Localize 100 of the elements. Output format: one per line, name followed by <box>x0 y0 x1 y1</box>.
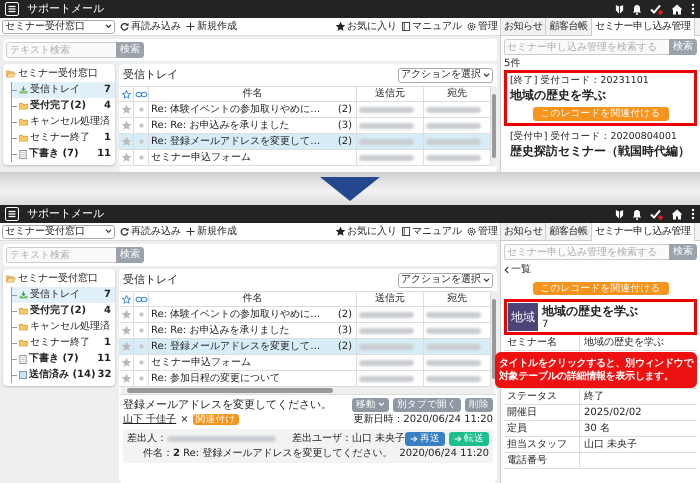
record-title[interactable]: 地域の歴史を学ぶ <box>542 304 638 319</box>
dot-icon <box>138 312 144 317</box>
field-label: ステータス <box>504 389 580 404</box>
panel-tab[interactable]: セミナー申し込み管理 <box>592 223 695 241</box>
favorites-link[interactable]: お気に入り <box>336 226 397 238</box>
field-value: 30 名 <box>583 422 610 435</box>
reload-icon <box>120 22 129 31</box>
record-card[interactable]: [受付中] 受付コード：20200804001 歴史探訪セミナー（戦国時代編） <box>504 126 697 164</box>
column-header[interactable]: 送信元 <box>357 292 424 306</box>
check-icon[interactable] <box>650 4 663 14</box>
thread-count: (2) <box>338 340 353 352</box>
mail-row[interactable]: Re: 登録メールアドレスを変更して… (2) <box>119 134 491 150</box>
mail-subject: Re: 体験イベントの参加取りやめに… <box>151 104 320 116</box>
favorites-link[interactable]: お気に入り <box>336 20 397 32</box>
blurred-text <box>359 154 414 160</box>
reload-icon <box>120 227 129 236</box>
search-field[interactable]: セミナー申し込み管理を検索する <box>504 244 669 260</box>
contact-link[interactable]: 山下 千佳子 <box>123 414 176 426</box>
remove-icon[interactable]: × <box>180 414 189 426</box>
shield-icon[interactable] <box>615 4 624 14</box>
folder-item[interactable]: 受付完了(2) 4 <box>12 98 115 114</box>
field-value: 地域の歴史を学ぶ <box>583 336 664 349</box>
more-icon[interactable] <box>691 3 695 15</box>
menu-icon[interactable] <box>5 2 19 16</box>
chevron-left-icon <box>504 266 509 274</box>
star-icon <box>122 90 130 98</box>
folder-icon <box>6 70 16 78</box>
mail-row[interactable]: Re: 体験イベントの参加取りやめに… (2) <box>119 307 491 323</box>
star-icon <box>122 137 130 146</box>
down-arrow-icon <box>320 176 380 200</box>
folder-item[interactable]: 送信済み (14) 32 <box>12 367 115 383</box>
bell-icon[interactable] <box>632 208 642 220</box>
reload-button[interactable]: 再読み込み <box>120 20 181 32</box>
panel-tab[interactable]: お知らせ <box>501 18 546 35</box>
folder-item[interactable]: 下書き (7) 11 <box>12 146 115 162</box>
record-title[interactable]: 地域の歴史を学ぶ <box>510 87 691 104</box>
folder-item[interactable]: 受信トレイ 7 <box>12 82 115 98</box>
folder-item[interactable]: キャンセル処理済 <box>12 114 115 130</box>
folder-item[interactable]: キャンセル処理済 <box>12 319 115 335</box>
folder-icon <box>6 275 16 283</box>
thread-count: (3) <box>338 324 353 336</box>
mail-row[interactable]: Re: 体験イベントの参加取りやめに… (2) <box>119 102 491 118</box>
new-button[interactable]: 新規作成 <box>186 20 237 32</box>
folder-item[interactable]: 受付完了(2) 4 <box>12 303 115 319</box>
action-select[interactable]: アクションを選択 <box>398 272 493 288</box>
admin-link[interactable]: 管理 <box>467 226 498 238</box>
blurred-text <box>359 328 414 334</box>
inbox-icon <box>19 291 28 299</box>
more-icon[interactable] <box>691 208 695 220</box>
record-card[interactable]: [終了] 受付コード：20231101 地域の歴史を学ぶ このレコードを関連付ける <box>504 70 697 126</box>
folder-count: 1 <box>104 132 111 144</box>
panel-tab[interactable]: セミナー申し込み管理 <box>592 18 695 36</box>
reload-button[interactable]: 再読み込み <box>120 226 181 238</box>
home-icon[interactable] <box>671 208 683 220</box>
mail-subject: Re: Re: お申込みを承りました <box>151 120 290 132</box>
vertical-scrollbar[interactable] <box>491 291 497 387</box>
record-title[interactable]: 歴史探訪セミナー（戦国時代編） <box>510 142 691 160</box>
shield-icon[interactable] <box>615 208 624 220</box>
column-header[interactable]: 送信元 <box>357 87 424 101</box>
manual-link[interactable]: マニュアル <box>402 20 462 32</box>
folder-count: 7 <box>104 289 111 301</box>
dot-icon <box>138 328 144 333</box>
column-header[interactable]: 件名 <box>149 87 357 101</box>
panel-tab[interactable]: お知らせ <box>501 223 546 240</box>
new-button[interactable]: 新規作成 <box>186 226 237 238</box>
field-label: 担当スタッフ <box>504 437 580 452</box>
search-field[interactable]: テキスト検索 <box>6 42 116 58</box>
vertical-scrollbar[interactable] <box>491 86 497 166</box>
gear-icon <box>467 22 476 31</box>
folder-item[interactable]: セミナー終了 1 <box>12 130 115 146</box>
mail-row[interactable]: Re: 登録メールアドレスを変更して… (2) <box>119 339 491 355</box>
folder-item[interactable]: 受信トレイ 7 <box>12 287 115 303</box>
search-field[interactable]: テキスト検索 <box>6 247 116 263</box>
resend-button[interactable]: 再送 <box>405 432 445 446</box>
link-icon <box>134 296 148 302</box>
action-select[interactable]: アクションを選択 <box>398 68 493 82</box>
menu-icon[interactable] <box>5 207 19 221</box>
mail-row[interactable]: セミナー申込フォーム <box>119 150 491 166</box>
mail-subject: Re: 体験イベントの参加取りやめに… <box>151 308 320 320</box>
mail-row[interactable]: セミナー申込フォーム <box>119 355 491 371</box>
mail-subject: セミナー申込フォーム <box>151 152 251 164</box>
field-label: 電話番号 <box>504 453 580 468</box>
mailbox-select[interactable]: セミナー受付窓口 <box>2 20 115 34</box>
search-field[interactable]: セミナー申し込み管理を検索する <box>504 39 669 55</box>
blurred-text <box>359 312 414 318</box>
subject-line: 件名：2 Re: 登録メールアドレスを変更してください。 <box>143 448 392 460</box>
bell-icon[interactable] <box>632 4 642 14</box>
mailbox-select[interactable]: セミナー受付窓口 <box>2 224 115 238</box>
horizontal-scrollbar[interactable] <box>121 387 495 394</box>
manual-link[interactable]: マニュアル <box>402 226 462 238</box>
folder-item[interactable]: セミナー終了 1 <box>12 335 115 351</box>
folder-item[interactable]: 下書き (7) 11 <box>12 351 115 367</box>
folder-tree-root[interactable]: セミナー受付窓口 <box>3 271 115 287</box>
folder-tree-root[interactable]: セミナー受付窓口 <box>3 66 115 82</box>
check-icon[interactable] <box>650 208 663 220</box>
back-link[interactable]: 一覧 <box>504 263 531 277</box>
star-icon <box>122 105 130 114</box>
home-icon[interactable] <box>671 4 683 14</box>
column-header[interactable]: 件名 <box>149 292 357 306</box>
admin-link[interactable]: 管理 <box>467 20 498 32</box>
